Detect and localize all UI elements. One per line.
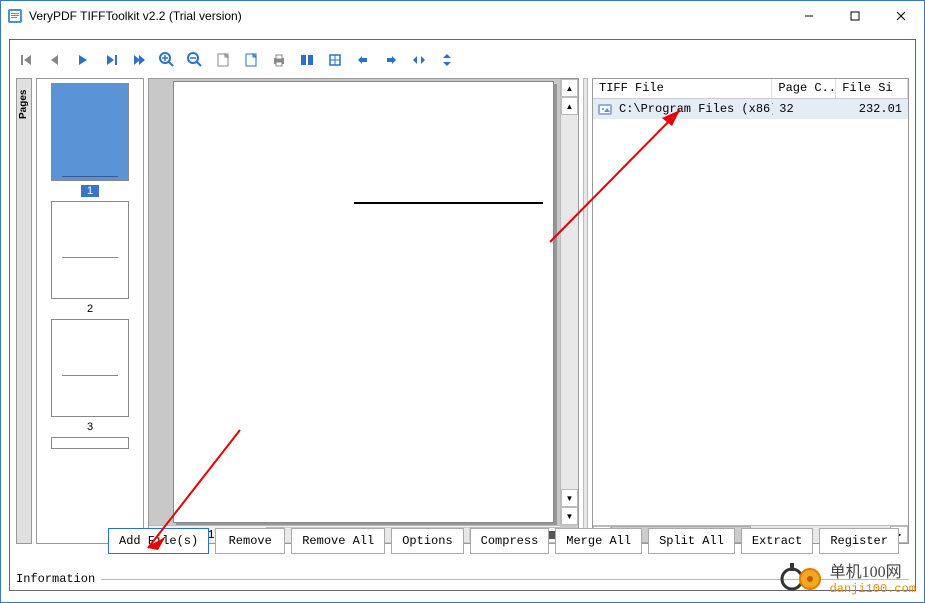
thumbnail-1[interactable]: 1: [49, 83, 131, 197]
splitter[interactable]: [583, 78, 588, 544]
remove-button[interactable]: Remove: [215, 528, 285, 554]
rotate-left-icon[interactable]: [354, 51, 372, 69]
toolbar: [18, 46, 907, 74]
remove-all-button[interactable]: Remove All: [291, 528, 385, 554]
first-page-icon[interactable]: [18, 51, 36, 69]
preview-panel: ▲ ▲ ▼ ▼ 1240 x 1754 pt ◀ ▶: [148, 78, 579, 544]
file-size: 232.01: [837, 102, 908, 116]
thumbnail-panel: 1 2 3: [36, 78, 144, 544]
pages-tab[interactable]: Pages: [16, 78, 32, 544]
vertical-scrollbar[interactable]: ▲ ▲ ▼ ▼: [560, 79, 578, 525]
scroll-up-icon[interactable]: ▲: [561, 97, 578, 115]
thumbnail-4[interactable]: [49, 437, 131, 449]
flip-v-icon[interactable]: [438, 51, 456, 69]
file-icon: [597, 102, 613, 116]
thumbnail-label: 1: [81, 185, 99, 197]
column-header-page[interactable]: Page C...: [772, 79, 836, 98]
minimize-button[interactable]: [786, 1, 832, 31]
thumbnail-3[interactable]: 3: [49, 319, 131, 433]
pages-tab-label: Pages: [18, 90, 29, 119]
thumbnail-label: 3: [87, 421, 93, 433]
next-page-icon[interactable]: [102, 51, 120, 69]
extract-button[interactable]: Extract: [741, 528, 813, 554]
zoom-in-icon[interactable]: [158, 51, 176, 69]
split-all-button[interactable]: Split All: [648, 528, 735, 554]
open-doc-icon[interactable]: [242, 51, 260, 69]
tool-a-icon[interactable]: [298, 51, 316, 69]
column-header-file[interactable]: TIFF File: [593, 79, 772, 98]
scroll-down-icon[interactable]: ▼: [561, 489, 578, 507]
new-doc-icon[interactable]: [214, 51, 232, 69]
maximize-button[interactable]: [832, 1, 878, 31]
scroll-up-line-icon[interactable]: ▲: [561, 79, 578, 97]
add-file-button[interactable]: Add File(s): [108, 528, 209, 554]
close-button[interactable]: [878, 1, 924, 31]
file-list: TIFF File Page C... File Si C:\Program F…: [592, 78, 909, 544]
app-icon: [7, 8, 23, 24]
information-label: Information: [16, 572, 95, 586]
window-title: VeryPDF TIFFToolkit v2.2 (Trial version): [29, 9, 786, 23]
zoom-out-icon[interactable]: [186, 51, 204, 69]
column-header-size[interactable]: File Si: [836, 79, 908, 98]
prev-page-icon[interactable]: [46, 51, 64, 69]
file-path: C:\Program Files (x86)\Ver...: [613, 102, 773, 116]
rotate-right-icon[interactable]: [382, 51, 400, 69]
last-page-icon[interactable]: [130, 51, 148, 69]
preview-page[interactable]: [173, 81, 554, 523]
register-button[interactable]: Register: [819, 528, 899, 554]
merge-all-button[interactable]: Merge All: [555, 528, 642, 554]
file-page-count: 32: [773, 102, 836, 116]
print-icon[interactable]: [270, 51, 288, 69]
flip-h-icon[interactable]: [410, 51, 428, 69]
thumbnail-label: 2: [87, 303, 93, 315]
scroll-down-line-icon[interactable]: ▼: [561, 507, 578, 525]
compress-button[interactable]: Compress: [470, 528, 550, 554]
file-row[interactable]: C:\Program Files (x86)\Ver... 32 232.01: [593, 99, 908, 119]
thumbnail-2[interactable]: 2: [49, 201, 131, 315]
tool-b-icon[interactable]: [326, 51, 344, 69]
play-icon[interactable]: [74, 51, 92, 69]
options-button[interactable]: Options: [391, 528, 463, 554]
